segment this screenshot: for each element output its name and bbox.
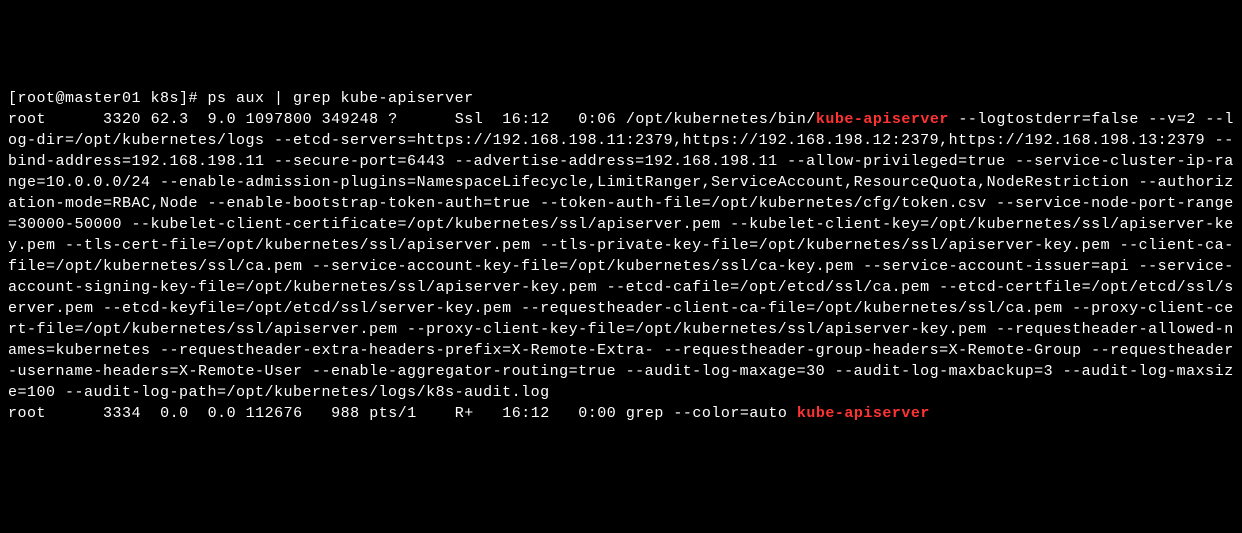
process-args: --logtostderr=false --v=2 --log-dir=/opt… (8, 111, 1234, 401)
highlighted-match: kube-apiserver (797, 405, 930, 422)
process-row-2: root 3334 0.0 0.0 112676 988 pts/1 R+ 16… (8, 405, 930, 422)
process-row-1: root 3320 62.3 9.0 1097800 349248 ? Ssl … (8, 111, 1234, 401)
shell-prompt: [root@master01 k8s]# (8, 90, 208, 107)
highlighted-match: kube-apiserver (816, 111, 949, 128)
terminal-output: [root@master01 k8s]# ps aux | grep kube-… (8, 88, 1234, 424)
command-text: ps aux | grep kube-apiserver (208, 90, 474, 107)
